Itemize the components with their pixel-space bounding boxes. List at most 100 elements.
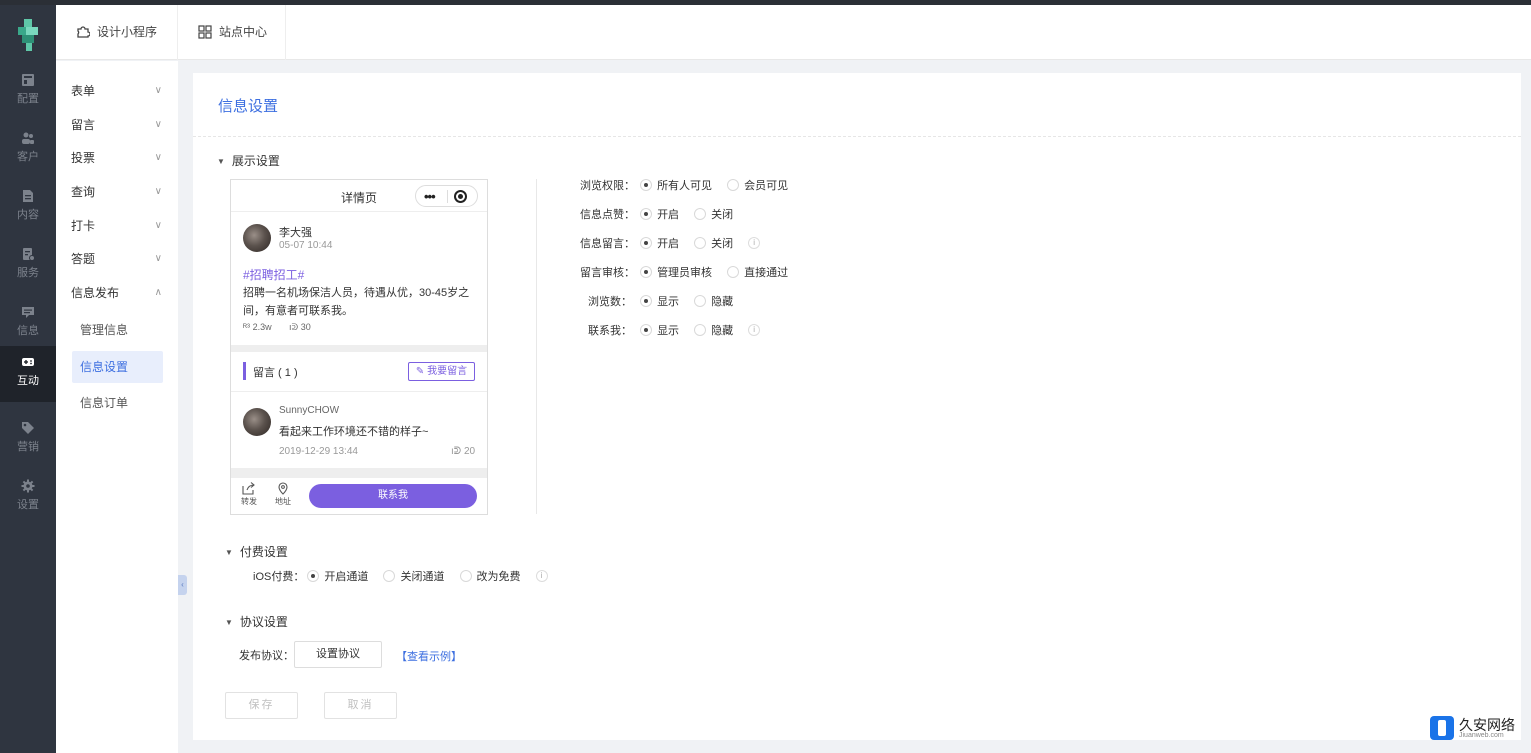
radio-unchecked[interactable] [694,208,707,221]
users-icon [22,132,34,144]
nav-item-label: 营销 [17,441,39,453]
nav-item-customers[interactable]: 客户 [0,122,56,178]
menu-item-query[interactable]: 查询 ∨ [56,182,178,202]
nav-item-marketing[interactable]: 营销 [0,412,56,468]
settings-panel: 信息设置 ▼ 展示设置 详情页 ••• 李大强 05-07 10:44 #招聘招工… [193,73,1521,740]
info-icon[interactable]: i [748,237,761,250]
section-protocol-toggle[interactable]: ▼ 协议设置 [225,613,288,630]
setting-row-contact: 联系我： 显示 隐藏 i [580,323,761,339]
radio-option[interactable]: 直接通过 [727,265,788,281]
gamepad-icon [22,358,34,366]
nav-item-service[interactable]: 服务 [0,238,56,294]
menu-item-quiz[interactable]: 答题 ∨ [56,249,178,269]
info-icon[interactable]: i [748,324,761,337]
radio-unchecked[interactable] [694,324,707,337]
radio-option[interactable]: 开启 [640,236,679,252]
avatar [243,224,271,252]
contact-me-button[interactable]: 联系我 [309,484,477,508]
menu-item-form[interactable]: 表单 ∨ [56,81,178,101]
radio-option[interactable]: 开启 [640,207,679,223]
radio-checked[interactable] [640,179,653,192]
section-pay-toggle[interactable]: ▼ 付费设置 [225,543,288,560]
tab-design-miniprogram[interactable]: 设计小程序 [56,5,178,60]
option-label: 直接通过 [744,267,789,279]
menu-item-vote[interactable]: 投票 ∨ [56,148,178,168]
like-count: ıᕲ 30 [289,322,311,333]
option-label: 隐藏 [711,296,734,308]
option-label: 关闭 [711,238,734,250]
radio-option[interactable]: 关闭 [694,207,733,223]
cancel-button[interactable]: 取消 [324,692,397,719]
menu-item-label: 打卡 [71,219,96,233]
nav-item-label: 互动 [17,375,39,387]
nav-item-label: 内容 [17,209,39,221]
menu-item-checkin[interactable]: 打卡 ∨ [56,216,178,236]
radio-unchecked[interactable] [383,570,396,583]
more-icon: ••• [424,189,436,204]
caret-down-icon: ▼ [217,157,225,167]
radio-checked[interactable] [640,237,653,250]
write-comment-button[interactable]: ✎ 我要留言 [408,362,475,381]
menu-item-label: 留言 [71,118,96,132]
secondary-menu: 表单 ∨ 留言 ∨ 投票 ∨ 查询 ∨ 打卡 ∨ 答题 ∨ 信息发布 ∧ 管理信息 信息设置 … [56,61,178,753]
option-label: 关闭 [711,209,734,221]
submenu-info-settings[interactable]: 信息设置 [72,351,163,383]
address-button[interactable]: 地址 [273,482,293,507]
option-label: 管理员审核 [657,267,713,279]
nav-item-info[interactable]: 信息 [0,296,56,352]
info-icon[interactable]: i [535,570,548,583]
view-count: ᴿ³ 2.3w [243,322,272,332]
radio-option[interactable]: 关闭 [694,236,733,252]
radio-unchecked[interactable] [727,179,740,192]
nav-item-settings[interactable]: 设置 [0,470,56,526]
radio-option[interactable]: 关闭通道 [383,569,444,585]
view-example-link[interactable]: 【查看示例】 [396,648,462,664]
nav-item-label: 配置 [17,93,39,105]
submenu-manage-info[interactable]: 管理信息 [72,314,163,346]
radio-checked[interactable] [640,324,653,337]
menu-item-message[interactable]: 留言 ∨ [56,115,178,135]
radio-checked[interactable] [640,266,653,279]
collapse-menu-toggle[interactable]: ‹ [178,575,187,595]
set-protocol-button[interactable]: 设置协议 [294,641,382,668]
menu-item-label: 答题 [71,252,96,266]
radio-option[interactable]: 开启通道 [307,569,368,585]
grid-icon [198,25,212,39]
radio-option[interactable]: 显示 [640,323,679,339]
section-display-toggle[interactable]: ▼ 展示设置 [217,152,280,169]
app-logo-icon[interactable] [14,19,42,51]
share-button[interactable]: 转发 [239,482,259,507]
radio-unchecked[interactable] [459,570,472,583]
radio-option[interactable]: 管理员审核 [640,265,712,281]
radio-checked[interactable] [307,570,320,583]
menu-item-info-publish[interactable]: 信息发布 ∧ [56,283,178,303]
write-comment-label: 我要留言 [427,366,468,377]
nav-item-config[interactable]: 配置 [0,64,56,120]
post-body: 招聘一名机场保洁人员，待遇从优，30-45岁之间，有意者可联系我。 [243,287,470,317]
section-title: 协议设置 [239,615,288,629]
radio-checked[interactable] [640,295,653,308]
setting-label: 浏览权限： [580,180,635,192]
submenu-info-orders[interactable]: 信息订单 [72,387,163,419]
layout-icon [22,74,34,86]
radio-option[interactable]: 所有人可见 [640,178,712,194]
radio-option[interactable]: 隐藏 [694,323,733,339]
chevron-down-icon: ∨ [154,152,162,163]
radio-checked[interactable] [640,208,653,221]
radio-option[interactable]: 显示 [640,294,679,310]
nav-item-interact[interactable]: 互动 [0,346,56,402]
like-count-value: 30 [300,322,311,332]
radio-unchecked[interactable] [694,295,707,308]
radio-unchecked[interactable] [694,237,707,250]
radio-option[interactable]: 改为免费 [459,569,521,585]
radio-option[interactable]: 隐藏 [694,294,733,310]
save-button[interactable]: 保存 [225,692,298,719]
accent-bar [243,362,246,380]
nav-item-content[interactable]: 内容 [0,180,56,236]
gear-icon [21,479,35,493]
option-label: 关闭通道 [400,571,445,583]
nav-item-label: 客户 [17,151,39,163]
tab-site-center[interactable]: 站点中心 [178,5,286,60]
radio-unchecked[interactable] [727,266,740,279]
radio-option[interactable]: 会员可见 [727,178,788,194]
